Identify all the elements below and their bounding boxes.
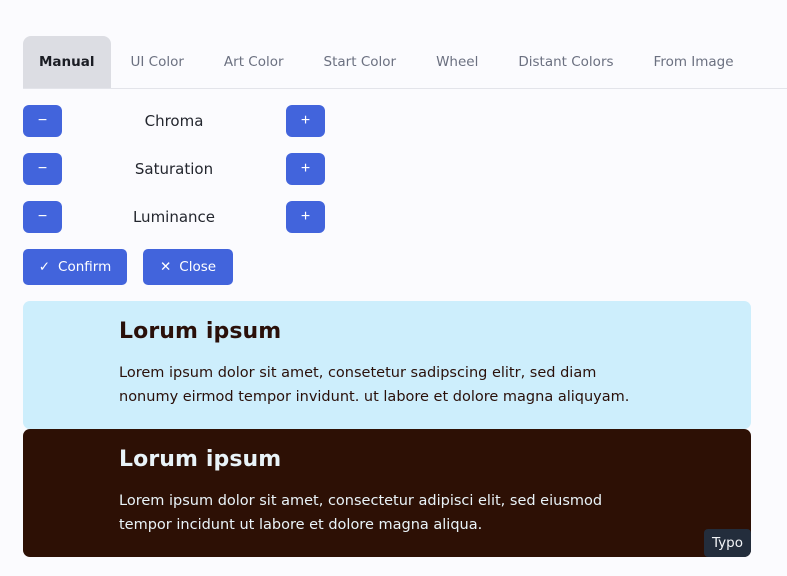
preview-card-dark: Lorum ipsum Lorem ipsum dolor sit amet, … <box>23 429 751 557</box>
preview-dark-body: Lorem ipsum dolor sit amet, consectetur … <box>119 493 603 533</box>
tab-bar: Manual UI Color Art Color Start Color Wh… <box>23 36 787 89</box>
typo-button[interactable]: Typo <box>704 529 751 557</box>
saturation-adjuster: − Saturation + <box>23 153 325 185</box>
luminance-decrease-button[interactable]: − <box>23 201 62 233</box>
confirm-label: Confirm <box>58 259 112 275</box>
luminance-increase-button[interactable]: + <box>286 201 325 233</box>
luminance-label: Luminance <box>132 208 216 226</box>
tab-wheel[interactable]: Wheel <box>416 36 498 88</box>
chroma-label: Chroma <box>144 112 204 130</box>
saturation-decrease-button[interactable]: − <box>23 153 62 185</box>
close-label: Close <box>179 259 217 275</box>
close-icon: ✕ <box>159 259 172 275</box>
saturation-label: Saturation <box>134 160 214 178</box>
check-icon: ✓ <box>38 259 51 275</box>
confirm-button[interactable]: ✓ Confirm <box>23 249 127 285</box>
chroma-decrease-button[interactable]: − <box>23 105 62 137</box>
tab-art-color[interactable]: Art Color <box>204 36 304 88</box>
tab-start-color[interactable]: Start Color <box>304 36 417 88</box>
preview-dark-title: Lorum ipsum <box>119 447 282 472</box>
tab-distant-colors[interactable]: Distant Colors <box>498 36 633 88</box>
preview-card-light: Lorum ipsum Lorem ipsum dolor sit amet, … <box>23 301 751 429</box>
luminance-adjuster: − Luminance + <box>23 201 325 233</box>
saturation-increase-button[interactable]: + <box>286 153 325 185</box>
chroma-increase-button[interactable]: + <box>286 105 325 137</box>
preview-light-title: Lorum ipsum <box>119 319 282 344</box>
chroma-adjuster: − Chroma + <box>23 105 325 137</box>
tab-manual[interactable]: Manual <box>23 36 111 88</box>
tab-from-image[interactable]: From Image <box>634 36 754 88</box>
close-button[interactable]: ✕ Close <box>143 249 233 285</box>
preview-light-body: Lorem ipsum dolor sit amet, consetetur s… <box>119 365 630 405</box>
tab-ui-color[interactable]: UI Color <box>111 36 204 88</box>
